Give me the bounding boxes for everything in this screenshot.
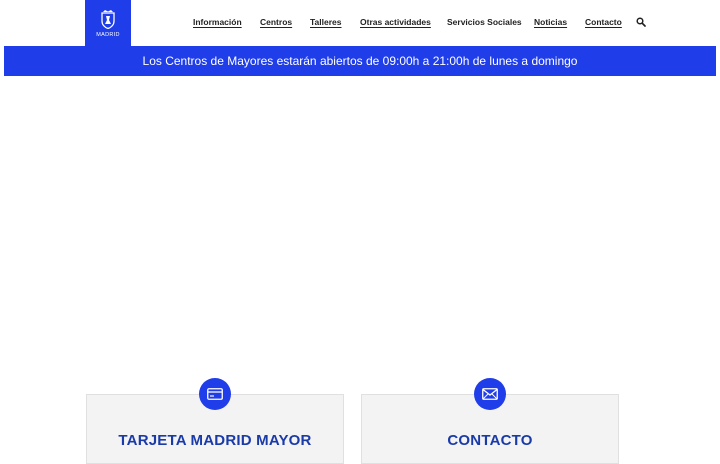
search-icon[interactable] [636,17,646,27]
envelope-icon-circle[interactable] [474,378,506,410]
hours-banner: Los Centros de Mayores estarán abiertos … [4,46,716,76]
envelope-icon [482,388,498,400]
nav-item-centros[interactable]: Centros [260,17,292,27]
card-title: TARJETA MADRID MAYOR [118,432,312,449]
credit-card-icon-circle[interactable] [199,378,231,410]
nav-item-otras-actividades[interactable]: Otras actividades [360,17,431,27]
card-title: CONTACTO [447,432,533,449]
site-header: MADRID Información Centros Talleres Otra… [0,0,720,46]
logo-text: MADRID [96,31,120,38]
main-nav: Información Centros Talleres Otras activ… [0,17,720,31]
nav-item-noticias[interactable]: Noticias [534,17,567,27]
banner-text: Los Centros de Mayores estarán abiertos … [142,54,578,68]
nav-item-contacto[interactable]: Contacto [585,17,622,27]
nav-item-talleres[interactable]: Talleres [310,17,342,27]
nav-item-informacion[interactable]: Información [193,17,242,27]
credit-card-icon [207,388,223,400]
nav-item-servicios-sociales[interactable]: Servicios Sociales [447,17,522,27]
